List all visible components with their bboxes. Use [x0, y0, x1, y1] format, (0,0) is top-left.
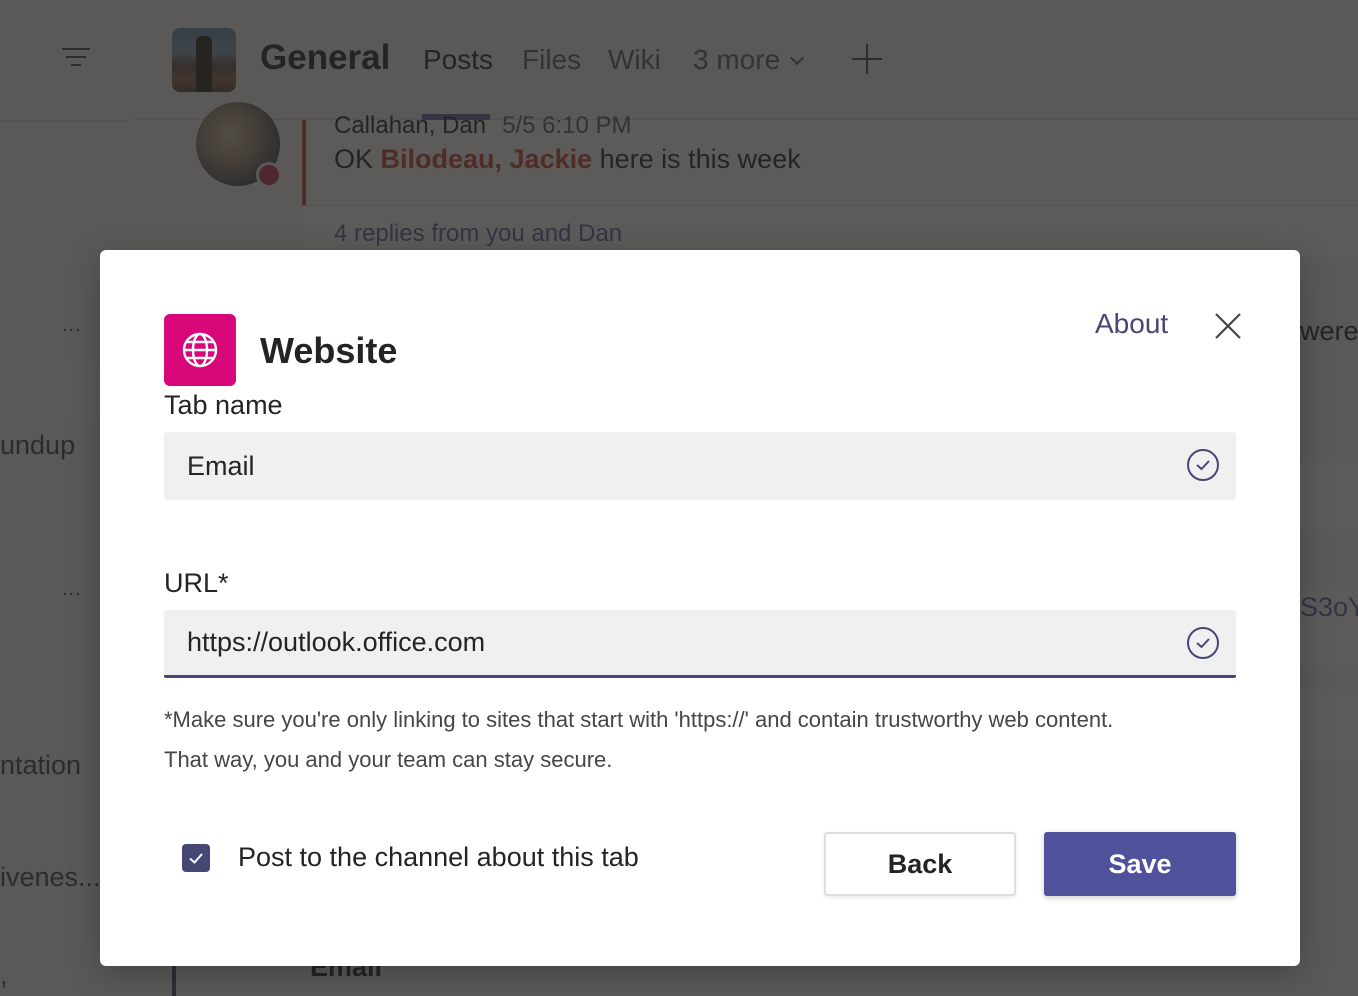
about-link[interactable]: About: [1095, 308, 1168, 340]
website-tab-dialog: Website About Tab name URL* *Make sure y…: [100, 250, 1300, 966]
website-app-icon: [164, 314, 236, 386]
tab-name-field: [164, 432, 1236, 500]
hint-line: *Make sure you're only linking to sites …: [164, 707, 1114, 732]
close-button[interactable]: [1212, 310, 1244, 342]
tab-name-input[interactable]: [164, 432, 1236, 500]
post-to-channel-checkbox[interactable]: [182, 843, 210, 872]
security-hint: *Make sure you're only linking to sites …: [164, 700, 1244, 780]
url-label: URL*: [164, 568, 229, 598]
dialog-title: Website: [260, 330, 398, 371]
post-to-channel-label: Post to the channel about this tab: [238, 842, 639, 872]
back-button[interactable]: Back: [824, 832, 1016, 896]
valid-check-icon: [1187, 627, 1219, 659]
tab-name-label: Tab name: [164, 390, 283, 420]
checkmark-icon: [189, 852, 203, 864]
close-icon: [1215, 313, 1241, 339]
valid-check-icon: [1187, 449, 1219, 481]
post-to-channel-option[interactable]: Post to the channel about this tab: [182, 842, 639, 873]
globe-icon: [182, 332, 218, 368]
save-button[interactable]: Save: [1044, 832, 1236, 896]
url-field: [164, 610, 1236, 678]
url-input[interactable]: [164, 610, 1236, 675]
hint-line: That way, you and your team can stay sec…: [164, 747, 613, 772]
